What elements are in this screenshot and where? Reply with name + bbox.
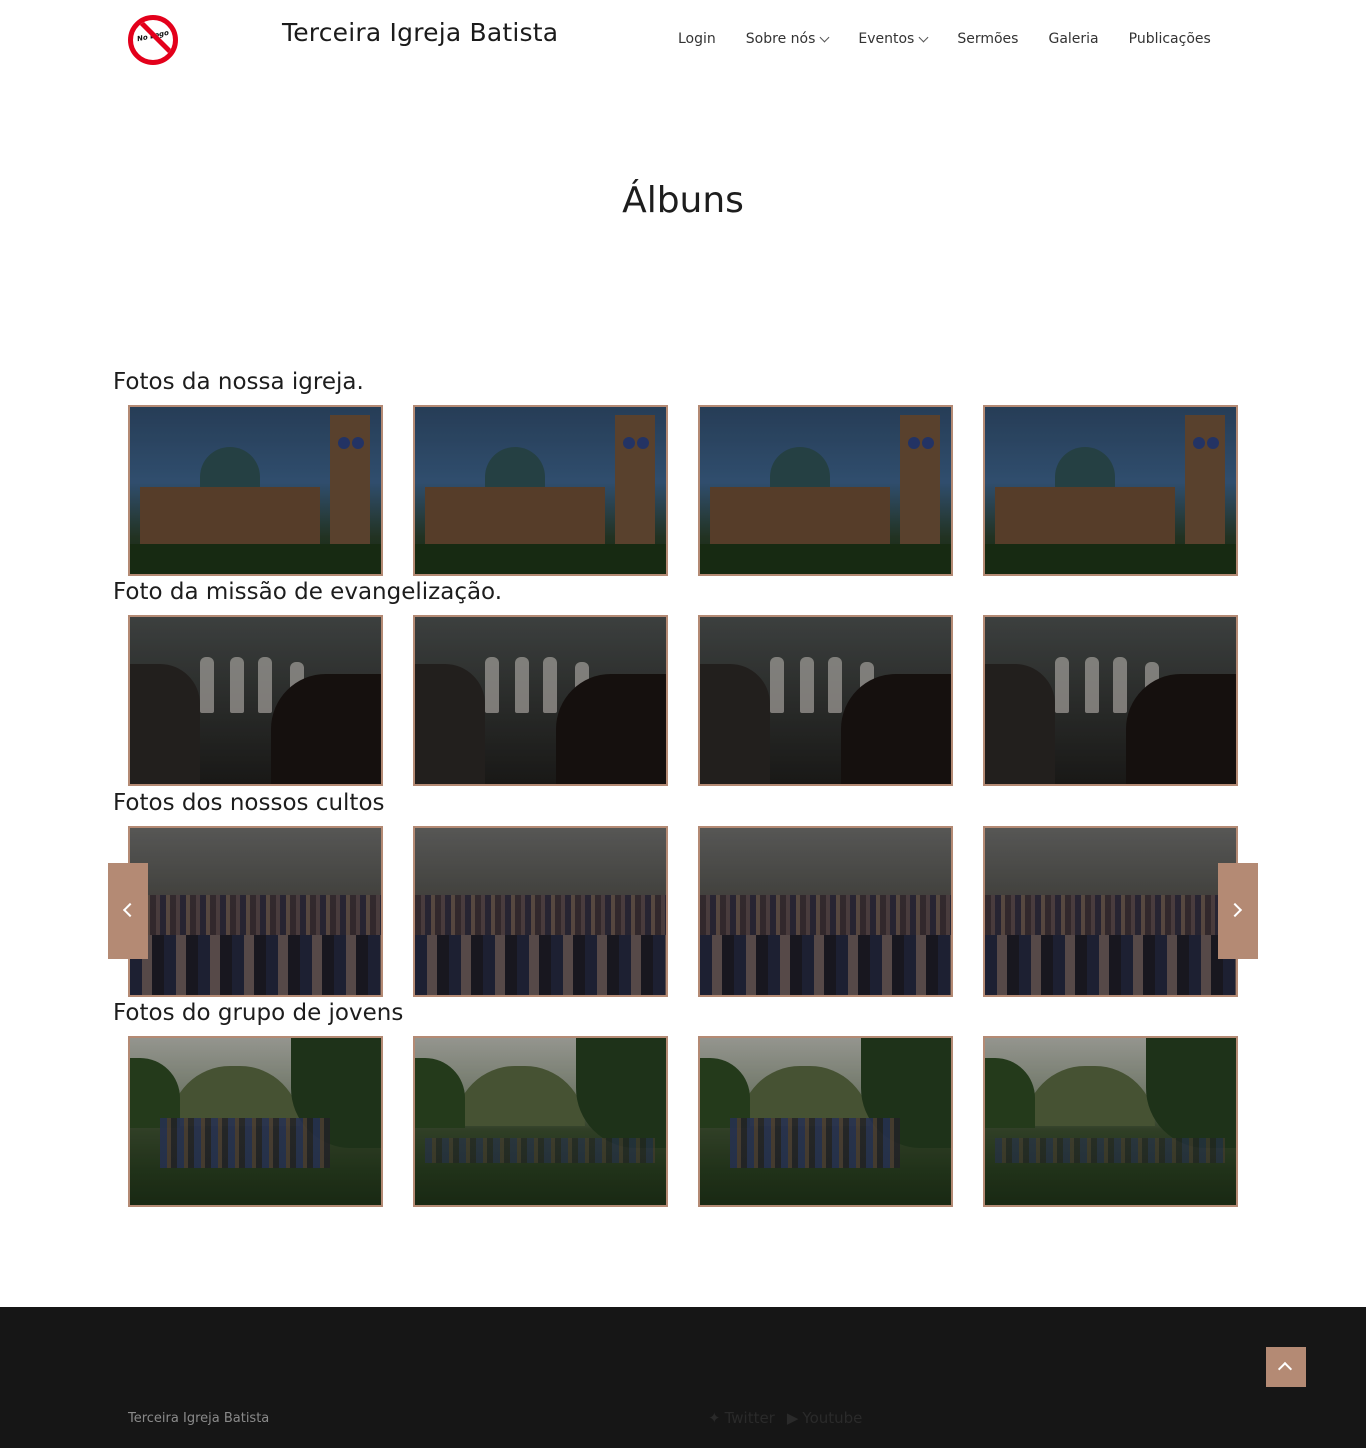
album-photo[interactable]: [413, 405, 668, 576]
nav-label: Publicações: [1128, 31, 1211, 47]
main-nav: Login Sobre nós Eventos Sermões Galeria …: [678, 31, 1211, 47]
album-photo[interactable]: [128, 1036, 383, 1207]
chevron-down-icon: [819, 32, 830, 42]
site-title[interactable]: Terceira Igreja Batista: [282, 18, 558, 47]
album-section: Fotos do grupo de jovens: [113, 998, 1253, 1207]
album-photo[interactable]: [128, 405, 383, 576]
album-thumbnails: [128, 826, 1238, 997]
site-footer: Terceira Igreja Batista ✦ Twitter ▶ Youtub…: [0, 1307, 1366, 1448]
album-photo[interactable]: [983, 826, 1238, 997]
album-thumbnails: [128, 405, 1238, 576]
chevron-down-icon: [918, 32, 929, 42]
carousel-prev-button[interactable]: [108, 863, 148, 959]
social-links: ✦ Twitter ▶ Youtube: [708, 1409, 862, 1427]
album-photo[interactable]: [983, 405, 1238, 576]
social-label: Youtube: [802, 1409, 863, 1427]
nav-item-sermoes[interactable]: Sermões: [957, 31, 1018, 47]
album-photo[interactable]: [698, 405, 953, 576]
album-title: Foto da missão de evangelização.: [113, 579, 503, 605]
album-thumbnails: [128, 1036, 1238, 1207]
social-label: Twitter: [724, 1409, 775, 1427]
social-link-youtube[interactable]: ▶ Youtube: [787, 1409, 863, 1427]
nav-label: Eventos: [858, 31, 915, 47]
nav-item-eventos[interactable]: Eventos: [858, 31, 929, 47]
album-photo[interactable]: [413, 1036, 668, 1207]
album-title: Fotos dos nossos cultos: [113, 790, 385, 816]
album-photo[interactable]: [983, 1036, 1238, 1207]
album-photo[interactable]: [698, 615, 953, 786]
album-section: Fotos dos nossos cultos: [113, 788, 1253, 997]
nav-item-sobre-nos[interactable]: Sobre nós: [745, 31, 830, 47]
chevron-left-icon: [122, 902, 138, 918]
chevron-right-icon: [1227, 902, 1243, 918]
twitter-icon: ✦: [708, 1409, 721, 1427]
album-section: Fotos da nossa igreja.: [113, 367, 1253, 576]
album-photo[interactable]: [698, 826, 953, 997]
album-thumbnails: [128, 615, 1238, 786]
chevron-up-icon: [1277, 1361, 1293, 1377]
site-logo[interactable]: No Logo: [128, 15, 178, 65]
back-to-top-button[interactable]: [1266, 1347, 1306, 1387]
nav-label: Galeria: [1048, 31, 1099, 47]
nav-label: Login: [678, 31, 716, 47]
youtube-icon: ▶: [786, 1409, 799, 1427]
page-title: Álbuns: [622, 180, 744, 221]
carousel-next-button[interactable]: [1218, 863, 1258, 959]
social-link-twitter[interactable]: ✦ Twitter: [708, 1409, 775, 1427]
album-photo[interactable]: [983, 615, 1238, 786]
nav-item-publicacoes[interactable]: Publicações: [1129, 31, 1211, 47]
album-photo[interactable]: [128, 615, 383, 786]
site-header: No Logo Terceira Igreja Batista Login So…: [0, 0, 1366, 80]
album-photo[interactable]: [698, 1036, 953, 1207]
nav-label: Sobre nós: [745, 31, 816, 47]
album-photo[interactable]: [413, 615, 668, 786]
album-photo[interactable]: [128, 826, 383, 997]
nav-item-galeria[interactable]: Galeria: [1048, 31, 1098, 47]
album-title: Fotos do grupo de jovens: [113, 1000, 404, 1026]
footer-brand: Terceira Igreja Batista: [128, 1411, 270, 1426]
album-section: Foto da missão de evangelização.: [113, 577, 1253, 786]
album-photo[interactable]: [413, 826, 668, 997]
album-title: Fotos da nossa igreja.: [113, 369, 364, 395]
nav-item-login[interactable]: Login: [678, 31, 716, 47]
nav-label: Sermões: [957, 31, 1019, 47]
